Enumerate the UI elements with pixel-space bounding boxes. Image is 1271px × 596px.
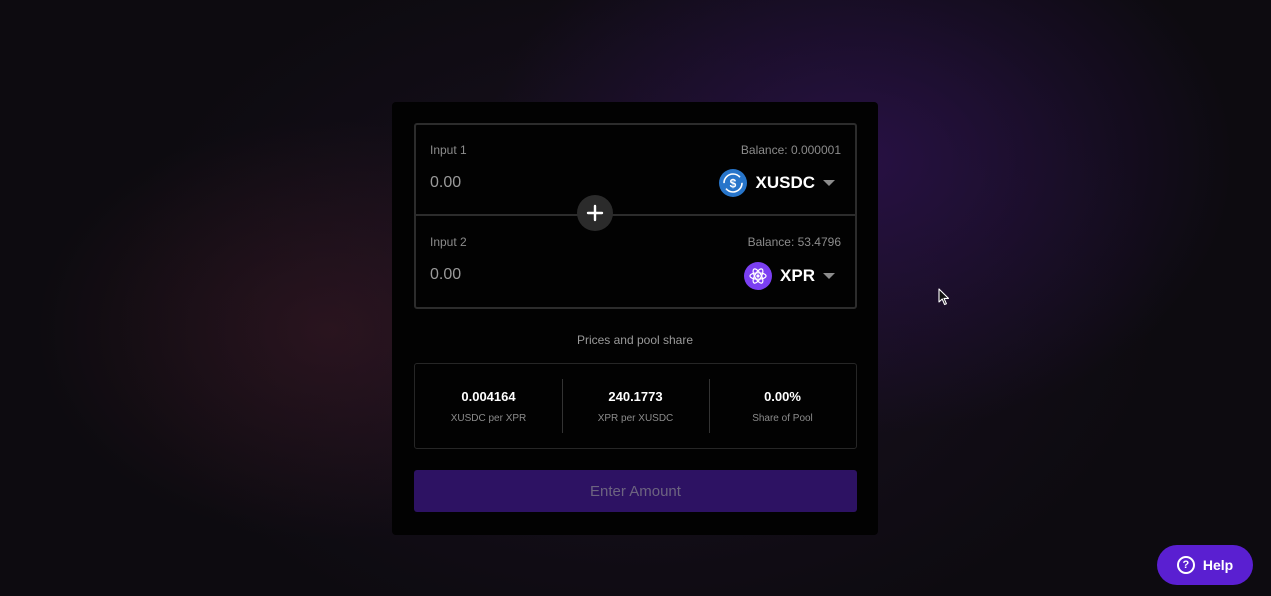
token-inputs-panel: Input 1 Balance: 0.000001 $ XUSDC Input … (414, 123, 857, 309)
input-1-amount-field[interactable] (430, 171, 630, 195)
chevron-down-icon (823, 180, 835, 186)
xpr-token-icon (744, 262, 773, 290)
input-2-token-symbol: XPR (780, 266, 815, 285)
input-2-amount-field[interactable] (430, 263, 630, 287)
price-cell: 0.004164 XUSDC per XPR (415, 364, 562, 448)
price-label: XUSDC per XPR (450, 412, 527, 424)
input-1-row: Input 1 Balance: 0.000001 $ XUSDC (416, 125, 855, 216)
plus-button[interactable] (577, 195, 613, 231)
input-2-label: Input 2 (430, 235, 467, 249)
prices-section-title: Prices and pool share (576, 333, 694, 347)
input-2-balance: Balance: 53.4796 (747, 235, 841, 249)
pool-share-value: 0.00% (764, 388, 801, 404)
input-1-token-select[interactable]: $ XUSDC (719, 167, 835, 199)
input-1-label: Input 1 (430, 143, 467, 157)
svg-text:$: $ (730, 177, 737, 191)
input-2-token-select[interactable]: XPR (744, 260, 835, 292)
price-cell: 240.1773 XPR per XUSDC (562, 364, 709, 448)
help-label: Help (1202, 557, 1234, 573)
price-value: 240.1773 (608, 388, 663, 404)
help-button[interactable]: ? Help (1157, 545, 1253, 585)
mouse-cursor-icon (938, 288, 950, 311)
input-1-token-symbol: XUSDC (755, 173, 815, 192)
plus-icon (586, 204, 604, 222)
input-2-row: Input 2 Balance: 53.4796 XPR (416, 217, 855, 308)
enter-amount-button[interactable]: Enter Amount (414, 470, 857, 512)
input-1-balance: Balance: 0.000001 (740, 143, 841, 157)
price-value: 0.004164 (461, 388, 516, 404)
add-liquidity-card: Input 1 Balance: 0.000001 $ XUSDC Input … (392, 102, 878, 535)
pool-share-label: Share of Pool (752, 412, 813, 424)
chevron-down-icon (823, 273, 835, 279)
prices-panel: 0.004164 XUSDC per XPR 240.1773 XPR per … (414, 363, 857, 449)
pool-share-cell: 0.00% Share of Pool (709, 364, 856, 448)
price-label: XPR per XUSDC (597, 412, 674, 424)
usdc-token-icon: $ (719, 169, 748, 197)
question-circle-icon: ? (1176, 556, 1195, 574)
inputs-divider (416, 214, 855, 216)
